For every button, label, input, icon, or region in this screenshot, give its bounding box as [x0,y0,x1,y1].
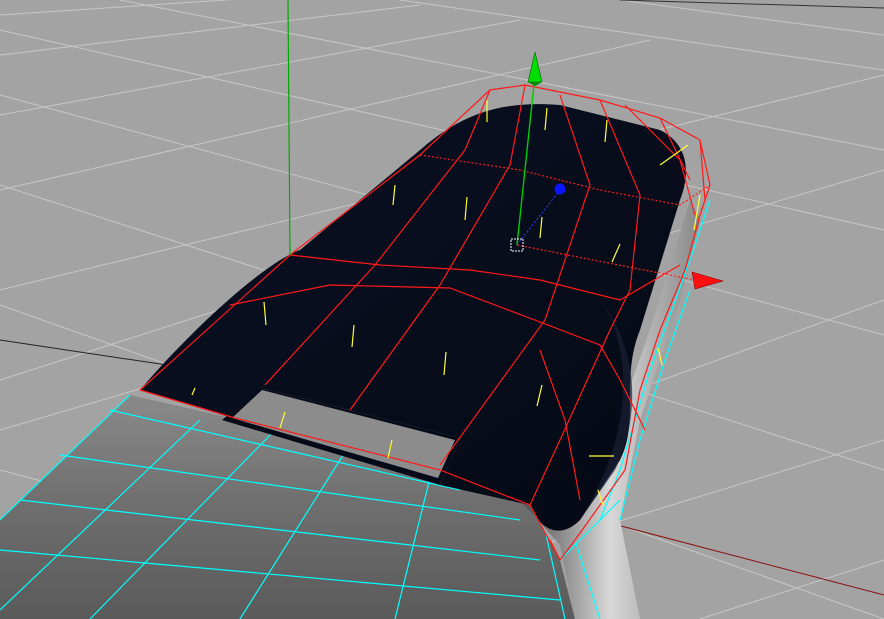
y-axis-arrow-base [528,82,542,86]
y-axis-arrow-icon[interactable] [527,51,543,83]
x-axis-arrow-icon[interactable] [691,271,725,290]
world-y-axis-line [287,0,291,256]
3d-viewport[interactable] [0,0,884,619]
z-axis-handle-icon[interactable] [554,183,566,195]
